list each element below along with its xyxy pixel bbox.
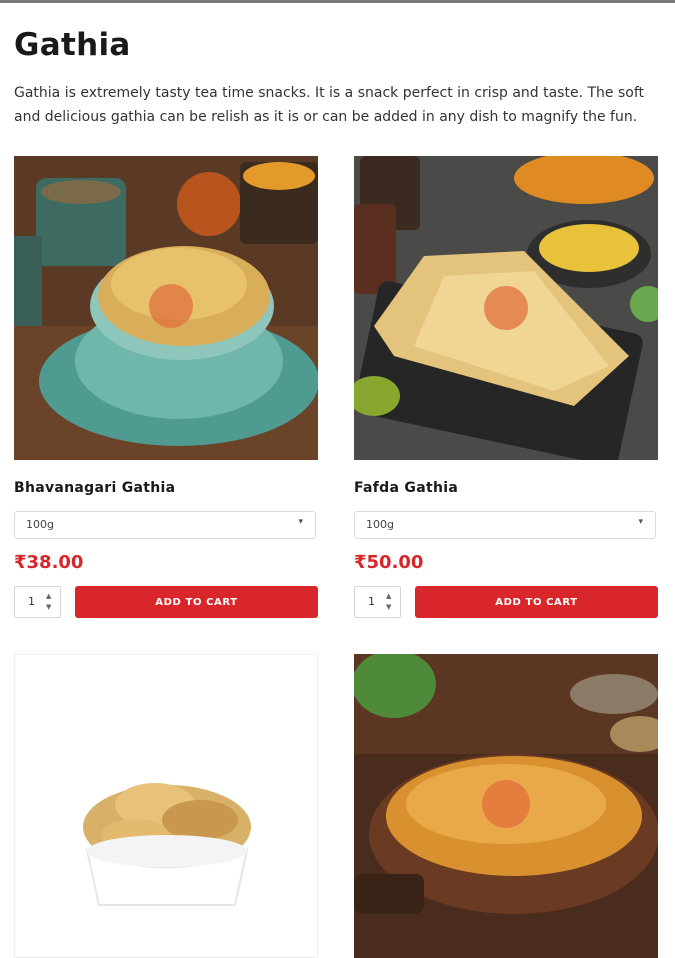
product-price: ₹50.00 xyxy=(354,552,424,573)
up-down-arrows-icon[interactable]: ▲ ▼ xyxy=(46,591,51,613)
weight-select-value: 100g xyxy=(26,518,54,531)
chevron-down-icon: ▾ xyxy=(298,517,303,527)
quantity-stepper[interactable]: 1 ▲ ▼ xyxy=(354,586,401,618)
product-image[interactable] xyxy=(354,156,658,460)
product-card xyxy=(354,654,658,958)
page-title: Gathia xyxy=(14,27,131,63)
product-image[interactable] xyxy=(14,156,318,460)
product-card xyxy=(14,654,318,958)
product-image[interactable] xyxy=(354,654,658,958)
add-to-cart-button[interactable]: ADD TO CART xyxy=(75,586,318,618)
product-card-bhavanagari-gathia: Bhavanagari Gathia 100g ▾ ₹38.00 1 ▲ ▼ AD… xyxy=(14,156,318,618)
category-description: Gathia is extremely tasty tea time snack… xyxy=(14,85,644,125)
product-image[interactable] xyxy=(14,654,318,958)
top-border xyxy=(0,0,675,3)
quantity-value: 1 xyxy=(28,595,35,608)
weight-select[interactable]: 100g ▾ xyxy=(354,511,656,539)
weight-select-value: 100g xyxy=(366,518,394,531)
up-down-arrows-icon[interactable]: ▲ ▼ xyxy=(386,591,391,613)
product-name[interactable]: Fafda Gathia xyxy=(354,480,458,496)
product-price: ₹38.00 xyxy=(14,552,84,573)
product-card-fafda-gathia: Fafda Gathia 100g ▾ ₹50.00 1 ▲ ▼ ADD TO C… xyxy=(354,156,658,618)
quantity-value: 1 xyxy=(368,595,375,608)
add-to-cart-button[interactable]: ADD TO CART xyxy=(415,586,658,618)
weight-select[interactable]: 100g ▾ xyxy=(14,511,316,539)
product-name[interactable]: Bhavanagari Gathia xyxy=(14,480,175,496)
quantity-stepper[interactable]: 1 ▲ ▼ xyxy=(14,586,61,618)
chevron-down-icon: ▾ xyxy=(638,517,643,527)
